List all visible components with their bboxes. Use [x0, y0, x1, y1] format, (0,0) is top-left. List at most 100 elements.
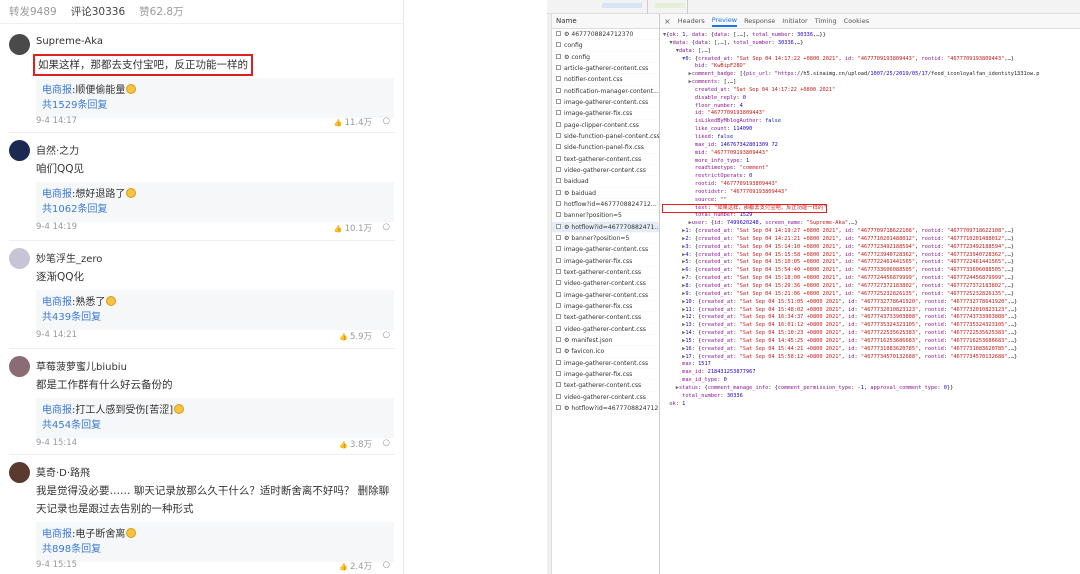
json-line[interactable]: ▶user: {id: 7499620248, screen_name: "Su… [663, 220, 1080, 228]
request-row[interactable]: article-gatherer-content.css [552, 63, 659, 75]
like-button[interactable]: 👍 3.8万 [339, 438, 372, 450]
request-row[interactable]: config [552, 40, 659, 52]
like-count-tab[interactable]: 赞62.8万 [139, 4, 183, 19]
request-row[interactable]: video-gatherer-content.css [552, 324, 659, 335]
json-line[interactable]: ▶17: {created_at: "Sat Sep 04 15:58:12 +… [663, 354, 1080, 362]
like-button[interactable]: 👍 2.4万 [339, 560, 372, 572]
request-row[interactable]: image-gatherer-fix.css [552, 256, 659, 267]
avatar[interactable] [9, 248, 30, 269]
reply-author-link[interactable]: 电商报 [42, 529, 72, 540]
request-row[interactable]: ⚙ hotflow?id=467770882471... [552, 221, 659, 233]
reply-author-link[interactable]: 电商报 [42, 297, 72, 308]
request-row[interactable]: hotflow?id=4677708824712... [552, 199, 659, 211]
avatar[interactable] [9, 356, 30, 377]
request-row[interactable]: ⚙ banner?position=5 [552, 233, 659, 245]
json-line[interactable]: ▼data: [,…] [663, 48, 1080, 56]
avatar[interactable] [9, 34, 30, 55]
name-column-header[interactable]: Name [552, 14, 659, 29]
json-line[interactable]: ▶10: {created_at: "Sat Sep 04 15:51:05 +… [663, 299, 1080, 307]
request-row[interactable]: video-gatherer-content.css [552, 278, 659, 290]
request-row[interactable]: video-gatherer-content.css [552, 165, 659, 177]
reply-preview[interactable]: 电商报:熟悉了 共439条回复 [36, 290, 394, 330]
json-line[interactable]: ▶4: {created_at: "Sat Sep 04 15:15:58 +0… [663, 252, 1080, 260]
comment-username[interactable]: 草莓菠萝蜜儿biubiu [36, 358, 127, 373]
tab-initiator[interactable]: Initiator [782, 17, 807, 25]
request-row[interactable]: notifier-content.css [552, 74, 659, 86]
request-row[interactable]: ⚙ 4677708824712370 [552, 29, 659, 41]
like-button[interactable]: 👍 11.4万 [334, 116, 372, 128]
request-row[interactable]: side-function-panel-fix.css [552, 142, 659, 154]
json-line[interactable]: ▼0: {created_at: "Sat Sep 04 14:17:22 +0… [663, 56, 1080, 64]
json-line[interactable]: ▶comments: [,…] [663, 79, 1080, 87]
json-line[interactable]: ▶9: {created_at: "Sat Sep 04 15:21:06 +0… [663, 291, 1080, 299]
request-row[interactable]: ⚙ baiduad [552, 188, 659, 199]
tab-cookies[interactable]: Cookies [844, 17, 869, 25]
more-replies-link[interactable]: 共1529条回复 [42, 98, 388, 113]
request-row[interactable]: ⚙ manifest.json [552, 335, 659, 347]
request-row[interactable]: image-gatherer-content.css [552, 97, 659, 109]
repost-count-tab[interactable]: 转发9489 [9, 4, 57, 19]
json-line[interactable]: ▶15: {created_at: "Sat Sep 04 14:45:25 +… [663, 338, 1080, 346]
json-line[interactable]: ▶7: {created_at: "Sat Sep 04 15:18:00 +0… [663, 275, 1080, 283]
json-line[interactable]: ▶12: {created_at: "Sat Sep 04 16:34:37 +… [663, 314, 1080, 322]
request-row[interactable]: banner?position=5 [552, 210, 659, 222]
request-row[interactable]: video-gatherer-content.css [552, 392, 659, 403]
reply-bubble-icon[interactable]: ○ [383, 560, 390, 570]
more-replies-link[interactable]: 共454条回复 [42, 418, 388, 433]
like-button[interactable]: 👍 10.1万 [334, 222, 372, 234]
json-line[interactable]: ▶status: {comment_manage_info: {comment_… [663, 385, 1080, 393]
tab-response[interactable]: Response [744, 17, 775, 25]
json-line[interactable]: ▼data: {data: [,…], total_number: 30336,… [663, 40, 1080, 48]
reply-preview[interactable]: 电商报:顺便偷能量 共1529条回复 [36, 78, 394, 118]
request-row[interactable]: text-gatherer-content.css [552, 267, 659, 279]
like-button[interactable]: 👍 5.9万 [339, 330, 372, 342]
json-line[interactable]: ▶14: {created_at: "Sat Sep 04 15:10:23 +… [663, 330, 1080, 338]
request-row[interactable]: ⚙ favicon.ico [552, 346, 659, 358]
tab-timing[interactable]: Timing [815, 17, 837, 25]
close-icon[interactable]: × [664, 17, 671, 26]
json-line[interactable]: ▶2: {created_at: "Sat Sep 04 14:21:21 +0… [663, 236, 1080, 244]
request-row[interactable]: text-gatherer-content.css [552, 154, 659, 165]
request-row[interactable]: text-gatherer-content.css [552, 312, 659, 324]
json-line[interactable]: ▶3: {created_at: "Sat Sep 04 15:14:10 +0… [663, 244, 1080, 252]
reply-bubble-icon[interactable]: ○ [383, 330, 390, 340]
request-row[interactable]: image-gatherer-fix.css [552, 301, 659, 313]
request-row[interactable]: baiduad [552, 176, 659, 188]
avatar[interactable] [9, 140, 30, 161]
request-row[interactable]: side-function-panel-content.css [552, 131, 659, 143]
json-line[interactable]: ▶8: {created_at: "Sat Sep 04 15:29:36 +0… [663, 283, 1080, 291]
json-line[interactable]: ▶11: {created_at: "Sat Sep 04 15:48:02 +… [663, 307, 1080, 315]
more-replies-link[interactable]: 共1062条回复 [42, 202, 388, 217]
reply-preview[interactable]: 电商报:打工人感到受伤[苦涩] 共454条回复 [36, 398, 394, 438]
tab-preview[interactable]: Preview [711, 16, 738, 27]
json-line[interactable]: ▼{ok: 1, data: {data: [,…], total_number… [663, 32, 1080, 40]
comment-username[interactable]: 自然·之力 [36, 142, 79, 157]
tab-headers[interactable]: Headers [678, 17, 705, 25]
reply-author-link[interactable]: 电商报 [42, 85, 72, 96]
json-line[interactable]: ▶6: {created_at: "Sat Sep 04 15:54:40 +0… [663, 267, 1080, 275]
request-row[interactable]: notification-manager-content... [552, 86, 659, 97]
json-line[interactable]: ▶5: {created_at: "Sat Sep 04 15:10:05 +0… [663, 259, 1080, 267]
json-line[interactable]: ▶comment_badge: [{pic_url: "https://h5.s… [663, 71, 1080, 79]
request-row[interactable]: image-gatherer-content.css [552, 290, 659, 301]
reply-preview[interactable]: 电商报:想好退路了 共1062条回复 [36, 182, 394, 222]
json-line[interactable]: ▶16: {created_at: "Sat Sep 04 15:44:21 +… [663, 346, 1080, 354]
more-replies-link[interactable]: 共439条回复 [42, 310, 388, 325]
request-row[interactable]: image-gatherer-content.css [552, 244, 659, 256]
reply-bubble-icon[interactable]: ○ [383, 116, 390, 126]
reply-author-link[interactable]: 电商报 [42, 189, 72, 200]
request-row[interactable]: text-gatherer-content.css [552, 380, 659, 392]
reply-bubble-icon[interactable]: ○ [383, 438, 390, 448]
comment-username[interactable]: 莫奇·D·路飛 [36, 464, 90, 479]
comment-count-tab[interactable]: 评论30336 [71, 4, 125, 19]
reply-bubble-icon[interactable]: ○ [383, 222, 390, 232]
json-line[interactable]: ▶13: {created_at: "Sat Sep 04 16:01:12 +… [663, 322, 1080, 330]
request-row[interactable]: ⚙ config [552, 52, 659, 63]
comment-username[interactable]: Supreme-Aka [36, 36, 103, 47]
reply-author-link[interactable]: 电商报 [42, 405, 72, 416]
json-line[interactable]: ▶1: {created_at: "Sat Sep 04 14:19:27 +0… [663, 228, 1080, 236]
request-row[interactable]: image-gatherer-fix.css [552, 369, 659, 381]
request-row[interactable]: page-clipper-content.css [552, 120, 659, 131]
request-row[interactable]: image-gatherer-fix.css [552, 108, 659, 120]
reply-preview[interactable]: 电商报:电子断舍离 共898条回复 [36, 522, 394, 562]
